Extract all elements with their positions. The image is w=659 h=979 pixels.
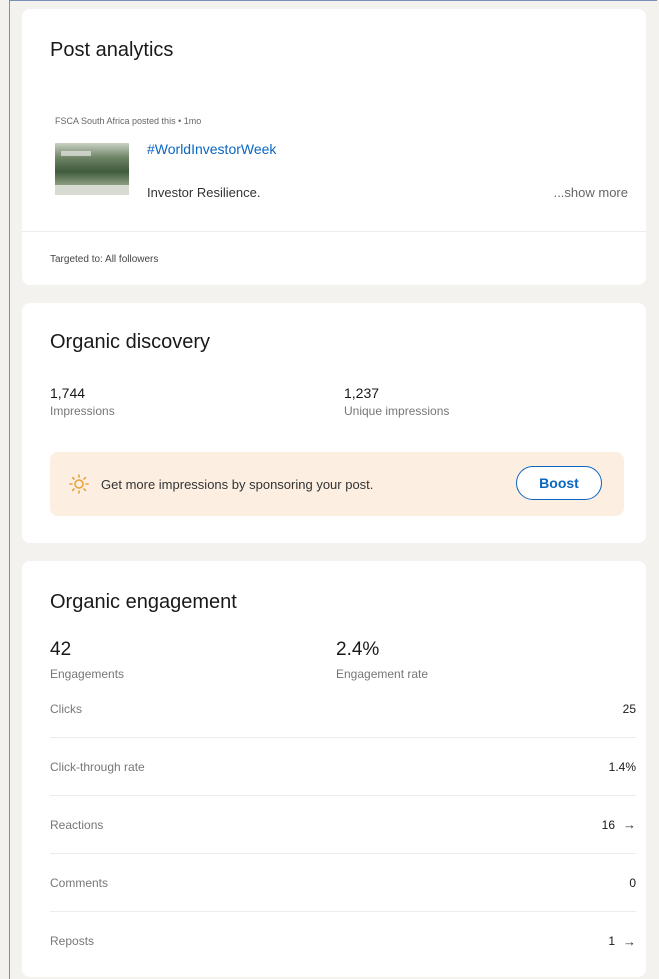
metric-row-ctr: Click-through rate 1.4%	[50, 738, 636, 796]
row-label: Reactions	[50, 817, 104, 832]
arrow-right-icon[interactable]: →	[623, 934, 636, 949]
unique-impressions-value: 1,237	[344, 385, 380, 401]
post-analytics-title: Post analytics	[50, 39, 174, 61]
organic-discovery-card: Organic discovery 1,744 Impressions 1,23…	[22, 303, 646, 543]
row-value: 0	[629, 875, 636, 890]
boost-banner-text: Get more impressions by sponsoring your …	[101, 477, 374, 492]
organic-engagement-card: Organic engagement 42 Engagements 2.4% E…	[22, 561, 646, 977]
metric-row-comments: Comments 0	[50, 854, 636, 912]
engagement-rate-label: Engagement rate	[336, 667, 429, 681]
row-value: 25	[622, 701, 636, 716]
boost-banner: Get more impressions by sponsoring your …	[50, 452, 624, 516]
row-label: Clicks	[50, 701, 82, 716]
unique-impressions-label: Unique impressions	[344, 404, 450, 418]
post-meta: FSCA South Africa posted this • 1mo	[55, 116, 202, 126]
targeted-audience: Targeted to: All followers	[50, 254, 159, 265]
show-more-link[interactable]: ...show more	[554, 185, 628, 200]
metric-row-reposts[interactable]: Reposts 1 →	[50, 912, 636, 970]
row-label: Reposts	[50, 934, 95, 948]
engagements-value: 42	[50, 639, 72, 660]
row-label: Comments	[50, 875, 109, 890]
post-text: Investor Resilience.	[147, 185, 261, 200]
engagement-rate-value: 2.4%	[336, 639, 380, 660]
organic-discovery-title: Organic discovery	[50, 331, 211, 353]
row-value: 1	[608, 934, 615, 948]
engagements-label: Engagements	[50, 667, 125, 681]
row-value: 1.4%	[608, 759, 636, 774]
divider	[22, 231, 646, 232]
lightbulb-icon	[69, 474, 89, 494]
metric-row-clicks: Clicks 25	[50, 680, 636, 738]
boost-button[interactable]: Boost	[516, 466, 602, 500]
organic-engagement-title: Organic engagement	[50, 591, 237, 613]
row-value: 16	[601, 817, 615, 832]
hashtag-link[interactable]: #WorldInvestorWeek	[147, 141, 276, 157]
impressions-label: Impressions	[50, 404, 115, 418]
analytics-panel: Post analytics FSCA South Africa posted …	[9, 0, 657, 979]
post-analytics-card: Post analytics FSCA South Africa posted …	[22, 9, 646, 285]
row-label: Click-through rate	[50, 759, 145, 774]
post-thumbnail[interactable]	[55, 143, 129, 195]
arrow-right-icon[interactable]: →	[623, 817, 636, 832]
metric-row-reactions[interactable]: Reactions 16 →	[50, 796, 636, 854]
impressions-value: 1,744	[50, 385, 86, 401]
